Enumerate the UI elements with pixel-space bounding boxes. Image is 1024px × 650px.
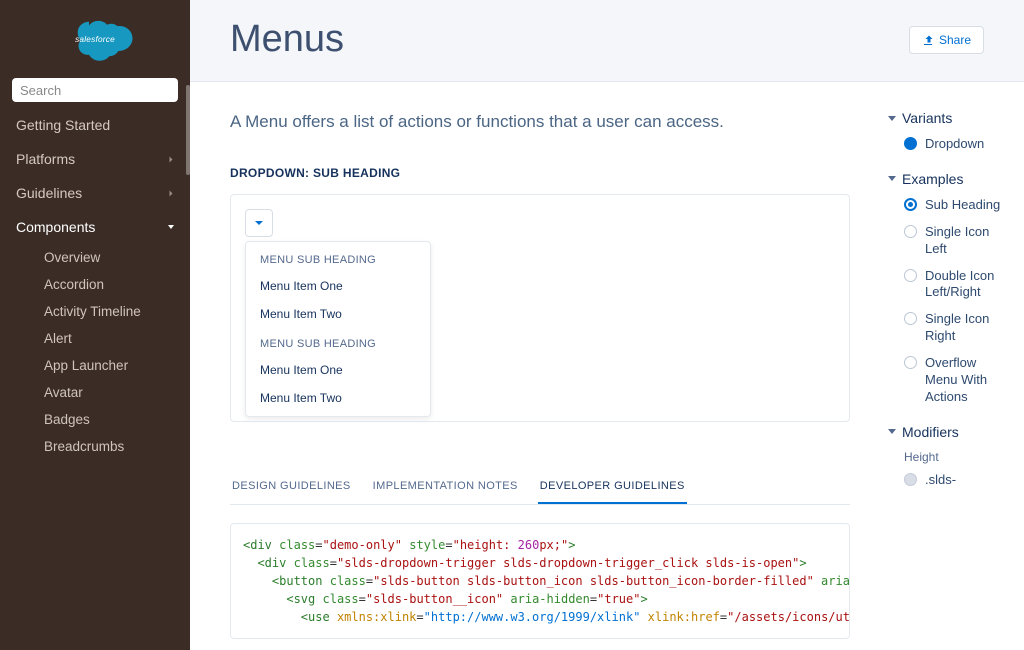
page-header: Menus Share: [190, 0, 1024, 82]
radio-icon: [904, 356, 917, 369]
logo-area: salesforce: [0, 0, 190, 78]
tab-design-guidelines[interactable]: DESIGN GUIDELINES: [230, 470, 353, 504]
main: Menus Share A Menu offers a list of acti…: [190, 0, 1024, 650]
subnav-avatar[interactable]: Avatar: [0, 379, 190, 406]
subnav-activity-timeline[interactable]: Activity Timeline: [0, 298, 190, 325]
example-double-icon[interactable]: Double Icon Left/Right: [890, 268, 1010, 302]
subnav-overview[interactable]: Overview: [0, 244, 190, 271]
radio-icon: [904, 198, 917, 211]
subnav-breadcrumbs[interactable]: Breadcrumbs: [0, 433, 190, 460]
modifier-slds[interactable]: .slds-: [890, 472, 1010, 489]
example-single-icon-left[interactable]: Single Icon Left: [890, 224, 1010, 258]
radio-icon: [904, 225, 917, 238]
menu-item[interactable]: Menu Item One: [246, 356, 430, 384]
code-block: <div class="demo-only" style="height: 26…: [230, 523, 850, 639]
variant-dropdown[interactable]: Dropdown: [890, 136, 1010, 153]
share-button[interactable]: Share: [909, 26, 984, 54]
dropdown-trigger-button[interactable]: [245, 209, 273, 237]
dropdown-menu: MENU SUB HEADING Menu Item One Menu Item…: [245, 241, 431, 417]
content: A Menu offers a list of actions or funct…: [190, 82, 890, 650]
search-wrap: [0, 78, 190, 108]
menu-item[interactable]: Menu Item One: [246, 272, 430, 300]
modifiers-heading[interactable]: Modifiers: [890, 424, 1010, 440]
share-icon: [922, 34, 934, 46]
menu-item[interactable]: Menu Item Two: [246, 300, 430, 328]
example-single-icon-right[interactable]: Single Icon Right: [890, 311, 1010, 345]
scrollbar[interactable]: [186, 85, 190, 175]
subnav-alert[interactable]: Alert: [0, 325, 190, 352]
radio-icon: [904, 137, 917, 150]
nav-getting-started[interactable]: Getting Started: [0, 108, 190, 142]
search-input[interactable]: [12, 78, 178, 102]
lead-text: A Menu offers a list of actions or funct…: [230, 112, 850, 132]
share-label: Share: [939, 33, 971, 47]
doc-tabs: DESIGN GUIDELINES IMPLEMENTATION NOTES D…: [230, 470, 850, 505]
page-title: Menus: [230, 18, 344, 61]
radio-icon: [904, 269, 917, 282]
menu-sub-heading: MENU SUB HEADING: [246, 328, 430, 356]
example-label: DROPDOWN: SUB HEADING: [230, 166, 850, 180]
height-label: Height: [890, 450, 1010, 464]
radio-icon: [904, 473, 917, 486]
examples-heading[interactable]: Examples: [890, 171, 1010, 187]
subnav-badges[interactable]: Badges: [0, 406, 190, 433]
nav-components[interactable]: Components: [0, 210, 190, 244]
sidebar: salesforce Getting Started Platforms Gui…: [0, 0, 190, 650]
subnav-app-launcher[interactable]: App Launcher: [0, 352, 190, 379]
tab-developer-guidelines[interactable]: DEVELOPER GUIDELINES: [538, 470, 687, 504]
menu-sub-heading: MENU SUB HEADING: [246, 244, 430, 272]
nav-guidelines[interactable]: Guidelines: [0, 176, 190, 210]
example-sub-heading[interactable]: Sub Heading: [890, 197, 1010, 214]
subnav-accordion[interactable]: Accordion: [0, 271, 190, 298]
right-column: Variants Dropdown Examples Sub Heading S…: [890, 82, 1024, 650]
radio-icon: [904, 312, 917, 325]
tab-implementation-notes[interactable]: IMPLEMENTATION NOTES: [371, 470, 520, 504]
variants-heading[interactable]: Variants: [890, 110, 1010, 126]
example-panel: MENU SUB HEADING Menu Item One Menu Item…: [230, 194, 850, 422]
menu-item[interactable]: Menu Item Two: [246, 384, 430, 412]
salesforce-logo: salesforce: [57, 15, 133, 63]
svg-text:salesforce: salesforce: [75, 35, 115, 44]
example-overflow-menu[interactable]: Overflow Menu With Actions: [890, 355, 1010, 406]
nav-platforms[interactable]: Platforms: [0, 142, 190, 176]
